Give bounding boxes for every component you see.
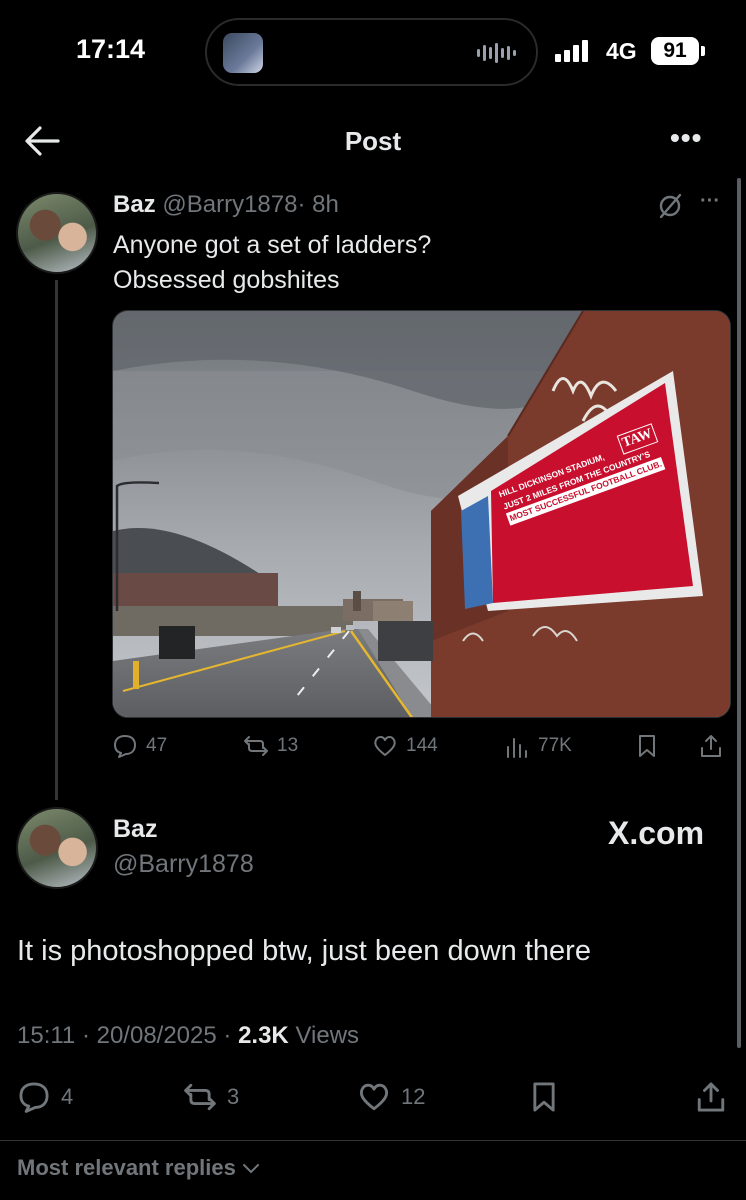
chevron-down-icon <box>243 1164 259 1174</box>
post-time: · 8h <box>297 191 339 218</box>
like-count: 12 <box>401 1084 426 1109</box>
post-author-handle[interactable]: @Barry1878 <box>162 191 297 218</box>
bookmark-icon <box>533 1082 555 1112</box>
network-type: 4G <box>606 38 637 64</box>
x-com-watermark: X.com <box>608 815 705 851</box>
post-text: Anyone got a set of ladders? Obsessed go… <box>113 228 713 298</box>
grok-icon[interactable] <box>656 192 684 220</box>
share-icon <box>697 1082 725 1112</box>
sort-replies-button[interactable]: Most relevant replies <box>17 1155 260 1181</box>
repost-count: 3 <box>227 1084 240 1109</box>
reply-count: 47 <box>146 735 168 756</box>
bookmark-icon <box>639 735 655 757</box>
heart-icon <box>359 1083 389 1111</box>
sort-replies-label: Most relevant replies <box>17 1155 236 1180</box>
reply-author-handle[interactable]: @Barry1878 <box>113 850 254 879</box>
views-icon <box>507 738 527 758</box>
reply-icon <box>19 1082 49 1113</box>
top-nav: Post ••• <box>0 100 746 180</box>
repost-icon <box>244 736 268 756</box>
heart-icon <box>374 736 396 756</box>
post-header: Baz @Barry1878· 8h <box>113 191 339 219</box>
post-more-icon[interactable]: ··· <box>700 190 720 213</box>
post-image[interactable]: TAW HILL DICKINSON STADIUM, JUST 2 MILES… <box>112 310 731 718</box>
like-button[interactable]: 144 <box>372 733 438 759</box>
repost-button[interactable]: 13 <box>243 733 298 759</box>
audio-waveform-icon <box>477 42 516 64</box>
avatar[interactable] <box>16 807 98 889</box>
reply-text: It is photoshopped btw, just been down t… <box>17 935 591 967</box>
page-title: Post <box>344 126 402 156</box>
views-button[interactable]: 77K <box>504 733 572 759</box>
more-icon[interactable]: ••• <box>670 122 702 154</box>
reply-button[interactable]: 47 <box>112 733 167 759</box>
post-author-name[interactable]: Baz <box>113 191 156 218</box>
share-button[interactable] <box>694 1080 728 1114</box>
share-icon <box>701 735 721 757</box>
reply-views-label: Views <box>295 1022 360 1049</box>
street-photo <box>113 311 730 717</box>
status-bar: 17:14 4G 91 <box>0 0 746 100</box>
repost-icon <box>184 1083 216 1111</box>
reply-count: 4 <box>61 1084 74 1109</box>
now-playing-thumbnail <box>223 33 263 73</box>
signal-icon <box>555 40 588 62</box>
post-text-line: Anyone got a set of ladders? <box>113 231 432 259</box>
reply-actions: 4 3 12 <box>17 1080 732 1116</box>
divider <box>0 1140 746 1141</box>
scrollbar[interactable] <box>737 178 741 1048</box>
reply-views-count: 2.3K <box>238 1022 289 1049</box>
reply-meta: 15:11 · 20/08/2025 · 2.3K Views <box>17 1022 359 1050</box>
reply-icon <box>114 735 136 758</box>
reply-author-name[interactable]: Baz <box>113 815 157 844</box>
like-button[interactable]: 12 <box>357 1080 425 1114</box>
repost-button[interactable]: 3 <box>183 1080 239 1114</box>
repost-count: 13 <box>277 735 299 756</box>
battery-cap <box>701 46 705 56</box>
post-text-line: Obsessed gobshites <box>113 266 340 294</box>
status-time: 17:14 <box>76 34 146 64</box>
like-count: 144 <box>406 735 438 756</box>
bookmark-button[interactable] <box>527 1080 561 1114</box>
share-button[interactable] <box>698 733 724 759</box>
thread-connector <box>55 280 58 800</box>
post-actions: 47 13 144 77K <box>112 733 727 763</box>
dynamic-island[interactable] <box>205 18 538 86</box>
avatar[interactable] <box>16 192 98 274</box>
bookmark-button[interactable] <box>634 733 660 759</box>
reply-timestamp[interactable]: 15:11 · 20/08/2025 · <box>17 1022 231 1049</box>
views-count: 77K <box>538 735 572 756</box>
battery-icon: 91 <box>651 37 699 65</box>
reply-button[interactable]: 4 <box>17 1080 73 1114</box>
